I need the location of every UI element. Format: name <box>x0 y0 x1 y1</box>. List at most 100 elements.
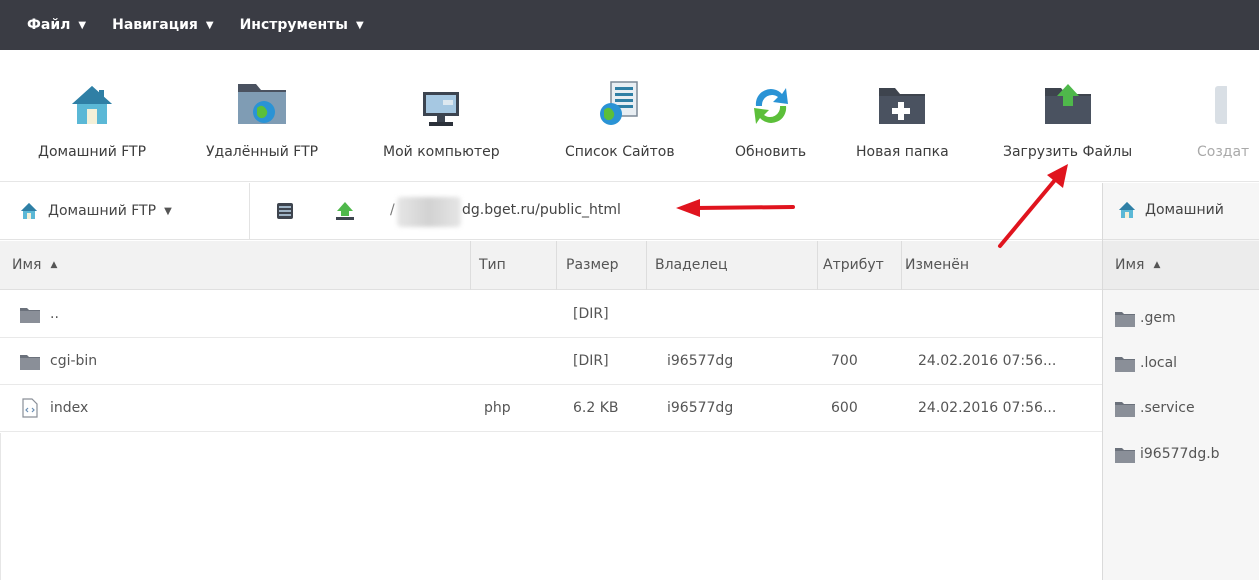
cell-name: cgi-bin <box>50 353 98 369</box>
site-list-label: Список Сайтов <box>565 144 675 160</box>
column-type[interactable]: Тип <box>479 241 506 290</box>
menu-tools[interactable]: Инструменты ▼ <box>240 17 364 33</box>
menu-bar: Файл ▼ Навигация ▼ Инструменты ▼ <box>0 0 1259 50</box>
left-path-bar: Домашний FTP ▼ / dg.bget.ru/public_html <box>0 183 1102 240</box>
cell-size: [DIR] <box>573 306 609 322</box>
path-slash: / <box>390 202 395 218</box>
remote-ftp-label: Удалённый FTP <box>206 144 319 160</box>
file-list-empty-area[interactable] <box>0 433 1102 580</box>
column-size[interactable]: Размер <box>566 241 619 290</box>
cell-name: index <box>50 400 89 416</box>
cell-attr: 600 <box>831 400 858 416</box>
site-dropdown[interactable]: Домашний FTP ▼ <box>20 202 172 220</box>
table-row[interactable]: .. [DIR] <box>0 291 1102 338</box>
new-folder-label: Новая папка <box>856 144 949 160</box>
folder-icon <box>20 308 40 323</box>
list-item-label: .local <box>1140 355 1178 371</box>
site-dropdown-label: Домашний FTP <box>48 203 157 219</box>
refresh-label: Обновить <box>735 144 807 160</box>
folder-icon <box>1115 448 1135 463</box>
list-item-label: i96577dg.b <box>1140 446 1220 462</box>
site-list-button[interactable]: Список Сайтов <box>565 70 675 170</box>
right-panel: Домашний Имя ▲ .gem .local .service i9657… <box>1102 183 1259 580</box>
column-separator <box>556 241 557 290</box>
chevron-down-icon: ▼ <box>78 19 87 31</box>
table-row[interactable]: cgi-bin [DIR] i96577dg 700 24.02.2016 07… <box>0 338 1102 385</box>
house-icon <box>21 203 37 219</box>
list-item[interactable]: .service <box>1103 385 1259 431</box>
right-file-list-header: Имя ▲ <box>1103 241 1259 290</box>
menu-navigation[interactable]: Навигация ▼ <box>112 17 213 33</box>
cell-type: php <box>484 400 511 416</box>
right-path-bar[interactable]: Домашний <box>1103 183 1259 240</box>
create-label: Создат <box>1197 144 1250 160</box>
chevron-down-icon: ▼ <box>164 205 172 217</box>
folder-icon <box>20 355 40 370</box>
list-item-label: .service <box>1140 400 1195 416</box>
list-item[interactable]: .local <box>1103 340 1259 386</box>
cell-name: .. <box>50 306 59 322</box>
house-icon <box>69 70 115 128</box>
column-separator <box>646 241 647 290</box>
column-owner[interactable]: Владелец <box>655 241 728 290</box>
site-list-icon <box>597 70 643 128</box>
column-name-label: Имя <box>12 257 42 273</box>
remote-ftp-button[interactable]: Удалённый FTP <box>206 70 318 170</box>
refresh-button[interactable]: Обновить <box>735 70 806 170</box>
create-icon <box>1197 70 1227 128</box>
menu-tools-label: Инструменты <box>239 17 348 33</box>
path-text[interactable]: dg.bget.ru/public_html <box>462 202 621 218</box>
cell-attr: 700 <box>831 353 858 369</box>
cell-modified: 24.02.2016 07:56... <box>918 353 1057 369</box>
home-ftp-button[interactable]: Домашний FTP <box>38 70 146 170</box>
home-ftp-label: Домашний FTP <box>38 144 147 160</box>
cell-owner: i96577dg <box>667 400 734 416</box>
menu-file[interactable]: Файл ▼ <box>27 17 86 33</box>
php-file-icon <box>22 398 38 418</box>
chevron-down-icon: ▼ <box>205 19 214 31</box>
column-separator <box>470 241 471 290</box>
column-separator <box>901 241 902 290</box>
sort-ascending-icon: ▲ <box>1153 260 1161 270</box>
column-name[interactable]: Имя ▲ <box>12 241 57 290</box>
my-computer-label: Мой компьютер <box>383 144 500 160</box>
folder-icon <box>1115 312 1135 327</box>
remote-folder-icon <box>236 70 288 128</box>
up-folder-icon[interactable] <box>334 201 356 225</box>
right-site-label: Домашний <box>1145 202 1224 218</box>
right-column-name[interactable]: Имя ▲ <box>1115 241 1160 290</box>
column-separator <box>817 241 818 290</box>
table-row[interactable]: index php 6.2 KB i96577dg 600 24.02.2016… <box>0 385 1102 432</box>
new-folder-icon <box>877 70 927 128</box>
cell-size: [DIR] <box>573 353 609 369</box>
cell-modified: 24.02.2016 07:56... <box>918 400 1057 416</box>
right-column-name-label: Имя <box>1115 257 1145 273</box>
list-item[interactable]: .gem <box>1103 295 1259 341</box>
file-list-header: Имя ▲ Тип Размер Владелец Атрибут Изменён <box>0 241 1102 290</box>
list-item[interactable]: i96577dg.b <box>1103 431 1259 477</box>
new-folder-button[interactable]: Новая папка <box>856 70 949 170</box>
refresh-icon <box>748 70 794 128</box>
folder-icon <box>1115 357 1135 372</box>
folder-icon <box>1115 402 1135 417</box>
chevron-down-icon: ▼ <box>355 19 364 31</box>
cell-size: 6.2 KB <box>573 400 619 416</box>
cell-owner: i96577dg <box>667 353 734 369</box>
column-modified[interactable]: Изменён <box>905 241 969 290</box>
monitor-icon <box>417 70 465 128</box>
upload-folder-icon <box>1043 70 1093 128</box>
drive-icon[interactable] <box>275 201 295 225</box>
column-attr[interactable]: Атрибут <box>823 241 884 290</box>
upload-files-label: Загрузить Файлы <box>1003 144 1133 160</box>
blurred-path-segment <box>397 197 461 227</box>
toolbar: Домашний FTP Удалённый FTP Мой компьютер <box>0 50 1259 182</box>
create-button[interactable]: Создат <box>1197 70 1249 170</box>
my-computer-button[interactable]: Мой компьютер <box>383 70 500 170</box>
divider <box>249 183 250 240</box>
menu-navigation-label: Навигация <box>112 17 198 33</box>
sort-ascending-icon: ▲ <box>50 260 58 270</box>
menu-file-label: Файл <box>27 17 71 33</box>
upload-files-button[interactable]: Загрузить Файлы <box>1003 70 1132 170</box>
list-item-label: .gem <box>1140 310 1176 326</box>
house-icon <box>1119 202 1135 218</box>
